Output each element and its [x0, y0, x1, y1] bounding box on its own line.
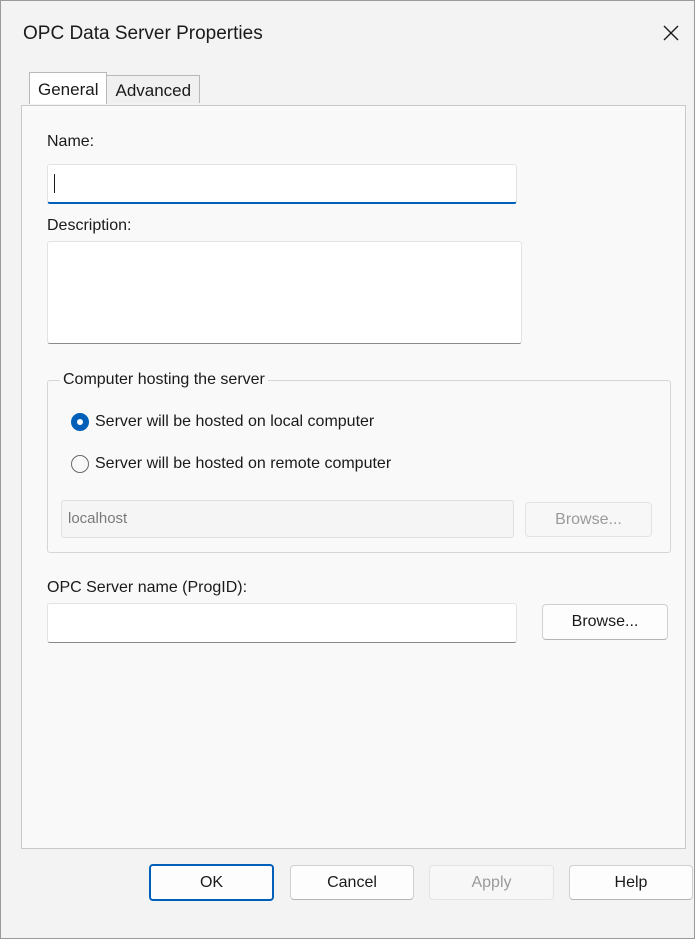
computer-name-input: localhost: [61, 500, 514, 538]
description-label: Description:: [47, 217, 132, 234]
radio-button-unchecked[interactable]: [71, 455, 89, 473]
browse-progid-button[interactable]: Browse...: [542, 604, 668, 640]
computer-name-value: localhost: [68, 510, 128, 527]
radio-remote-label: Server will be hosted on remote computer: [95, 455, 392, 472]
radio-local-computer[interactable]: Server will be hosted on local computer: [71, 413, 374, 431]
close-icon: [663, 25, 679, 41]
progid-label: OPC Server name (ProgID):: [47, 579, 248, 596]
tab-general[interactable]: General: [29, 72, 108, 104]
radio-remote-computer[interactable]: Server will be hosted on remote computer: [71, 455, 391, 473]
text-caret: [54, 174, 55, 193]
dialog-window: OPC Data Server Properties General Advan…: [0, 0, 695, 939]
browse-computer-button[interactable]: Browse...: [525, 502, 652, 537]
dialog-title: OPC Data Server Properties: [23, 23, 263, 44]
title-bar: OPC Data Server Properties: [1, 1, 694, 67]
name-label: Name:: [47, 133, 95, 150]
close-button[interactable]: [648, 11, 694, 55]
progid-input[interactable]: [47, 603, 517, 643]
help-button[interactable]: Help: [569, 865, 693, 900]
cancel-button[interactable]: Cancel: [290, 865, 414, 900]
tab-strip: General Advanced: [29, 72, 201, 105]
hosting-group-legend: Computer hosting the server: [63, 371, 265, 388]
radio-button-checked[interactable]: [71, 413, 89, 431]
apply-button[interactable]: Apply: [429, 865, 554, 900]
radio-local-label: Server will be hosted on local computer: [95, 413, 375, 430]
name-input[interactable]: [47, 164, 517, 204]
tab-advanced[interactable]: Advanced: [107, 75, 201, 103]
ok-button[interactable]: OK: [149, 864, 274, 901]
description-textarea[interactable]: [47, 241, 522, 344]
